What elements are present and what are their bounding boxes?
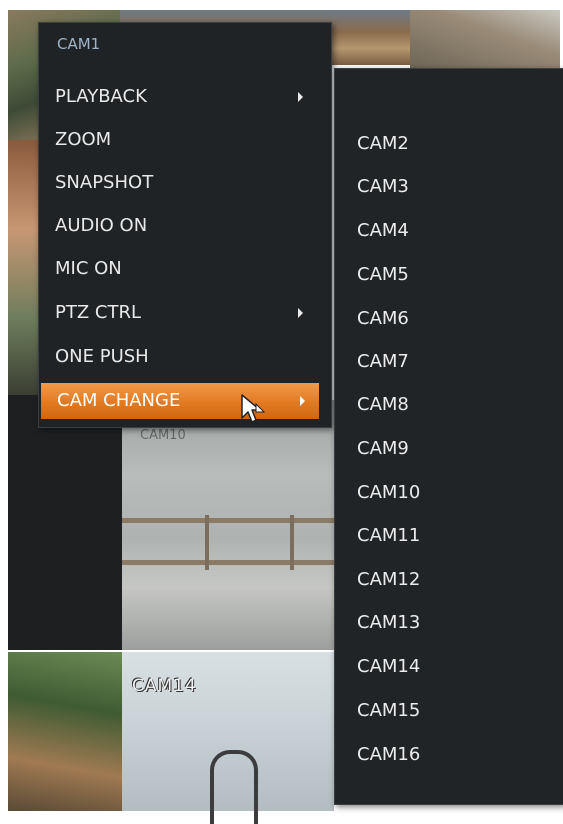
- submenu-item-cam9[interactable]: CAM9: [357, 438, 409, 459]
- menu-item-cam-change[interactable]: CAM CHANGE: [41, 383, 319, 419]
- camera-tile[interactable]: [8, 395, 122, 650]
- submenu-item-cam5[interactable]: CAM5: [357, 264, 409, 285]
- chevron-right-icon: [298, 308, 303, 318]
- menu-item-playback[interactable]: PLAYBACK: [39, 79, 317, 115]
- mouse-pointer-icon: [241, 394, 266, 423]
- context-menu: CAM1 PLAYBACK ZOOM SNAPSHOT AUDIO ON MIC…: [38, 22, 332, 428]
- submenu-item-cam11[interactable]: CAM11: [357, 525, 420, 546]
- railing: [122, 518, 334, 523]
- railing: [122, 560, 334, 565]
- menu-item-audio-on[interactable]: AUDIO ON: [39, 208, 317, 244]
- camera-tile-label: CAM10: [140, 428, 186, 443]
- menu-item-label: ONE PUSH: [55, 346, 149, 367]
- menu-item-mic-on[interactable]: MIC ON: [39, 251, 317, 287]
- submenu-item-cam13[interactable]: CAM13: [357, 612, 420, 633]
- cam-change-submenu: CAM2 CAM3 CAM4 CAM5 CAM6 CAM7 CAM8 CAM9 …: [334, 68, 563, 805]
- context-menu-title: CAM1: [57, 35, 101, 53]
- submenu-item-cam10[interactable]: CAM10: [357, 482, 420, 503]
- menu-item-label: CAM CHANGE: [57, 390, 181, 411]
- menu-item-one-push[interactable]: ONE PUSH: [39, 339, 317, 375]
- chevron-right-icon: [300, 396, 305, 406]
- submenu-item-cam3[interactable]: CAM3: [357, 176, 409, 197]
- submenu-item-cam14[interactable]: CAM14: [357, 656, 420, 677]
- submenu-item-cam4[interactable]: CAM4: [357, 220, 409, 241]
- menu-item-snapshot[interactable]: SNAPSHOT: [39, 165, 317, 201]
- submenu-item-cam8[interactable]: CAM8: [357, 394, 409, 415]
- menu-item-label: SNAPSHOT: [55, 172, 154, 193]
- submenu-item-cam7[interactable]: CAM7: [357, 351, 409, 372]
- camera-tile[interactable]: [8, 140, 38, 395]
- lamp-post: [210, 750, 258, 824]
- menu-item-ptz-ctrl[interactable]: PTZ CTRL: [39, 295, 317, 331]
- submenu-item-cam15[interactable]: CAM15: [357, 700, 420, 721]
- camera-tile[interactable]: [410, 10, 560, 70]
- menu-item-label: ZOOM: [55, 129, 112, 150]
- menu-item-label: PLAYBACK: [55, 86, 147, 107]
- submenu-item-cam6[interactable]: CAM6: [357, 308, 409, 329]
- submenu-item-cam16[interactable]: CAM16: [357, 744, 420, 765]
- submenu-item-cam2[interactable]: CAM2: [357, 133, 409, 154]
- railing-post: [205, 515, 209, 570]
- menu-item-label: PTZ CTRL: [55, 302, 142, 323]
- camera-tile[interactable]: [8, 652, 122, 811]
- menu-item-label: MIC ON: [55, 258, 122, 279]
- menu-item-zoom[interactable]: ZOOM: [39, 122, 317, 158]
- chevron-right-icon: [298, 92, 303, 102]
- camera-tile-label: CAM14: [132, 676, 197, 696]
- menu-item-label: AUDIO ON: [55, 215, 148, 236]
- submenu-item-cam12[interactable]: CAM12: [357, 569, 420, 590]
- railing-post: [290, 515, 294, 570]
